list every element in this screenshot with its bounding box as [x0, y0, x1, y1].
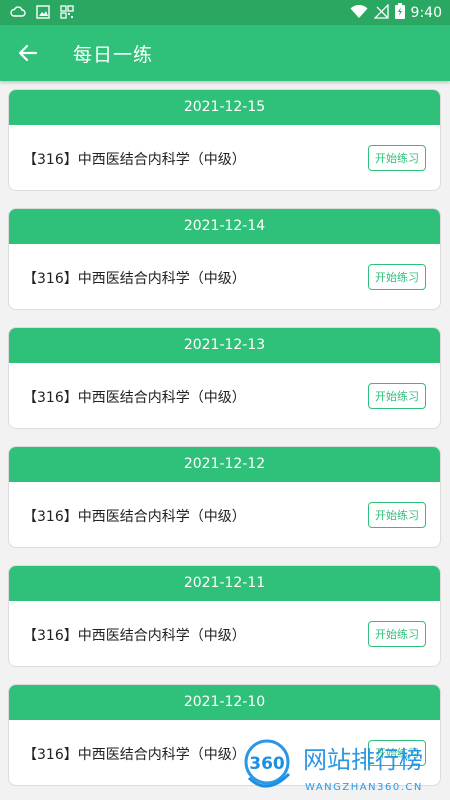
start-practice-button[interactable]: 开始练习 — [368, 502, 426, 528]
status-right-icons: 9:40 — [350, 2, 442, 23]
app-bar: 每日一练 — [0, 25, 450, 81]
practice-card: 2021-12-11 【316】中西医结合内科学（中级） 开始练习 — [8, 565, 441, 667]
practice-date: 2021-12-15 — [9, 90, 440, 125]
arrow-left-icon — [18, 44, 38, 62]
start-practice-button[interactable]: 开始练习 — [368, 740, 426, 766]
page-title: 每日一练 — [73, 44, 154, 66]
practice-date: 2021-12-10 — [9, 685, 440, 720]
course-name: 【316】中西医结合内科学（中级） — [23, 271, 246, 287]
practice-date: 2021-12-14 — [9, 209, 440, 244]
battery-charging-icon — [394, 3, 405, 23]
practice-card: 2021-12-10 【316】中西医结合内科学（中级） 开始练习 — [8, 684, 441, 786]
course-name: 【316】中西医结合内科学（中级） — [23, 628, 246, 644]
image-icon — [36, 4, 50, 23]
start-practice-button[interactable]: 开始练习 — [368, 264, 426, 290]
wifi-icon — [350, 4, 368, 23]
course-name: 【316】中西医结合内科学（中级） — [23, 152, 246, 168]
card-body: 【316】中西医结合内科学（中级） 开始练习 — [9, 363, 440, 428]
cloud-icon — [10, 4, 26, 23]
practice-card: 2021-12-13 【316】中西医结合内科学（中级） 开始练习 — [8, 327, 441, 429]
card-body: 【316】中西医结合内科学（中级） 开始练习 — [9, 482, 440, 547]
no-signal-icon — [372, 2, 389, 23]
start-practice-button[interactable]: 开始练习 — [368, 621, 426, 647]
card-body: 【316】中西医结合内科学（中级） 开始练习 — [9, 601, 440, 666]
card-body: 【316】中西医结合内科学（中级） 开始练习 — [9, 244, 440, 309]
qr-icon — [60, 4, 74, 23]
course-name: 【316】中西医结合内科学（中级） — [23, 509, 246, 525]
practice-date: 2021-12-11 — [9, 566, 440, 601]
start-practice-button[interactable]: 开始练习 — [368, 383, 426, 409]
card-body: 【316】中西医结合内科学（中级） 开始练习 — [9, 720, 440, 785]
back-button[interactable] — [14, 39, 42, 67]
course-name: 【316】中西医结合内科学（中级） — [23, 390, 246, 406]
practice-date: 2021-12-13 — [9, 328, 440, 363]
status-left-icons — [10, 4, 74, 22]
card-body: 【316】中西医结合内科学（中级） 开始练习 — [9, 125, 440, 190]
practice-card: 2021-12-12 【316】中西医结合内科学（中级） 开始练习 — [8, 446, 441, 548]
practice-card: 2021-12-14 【316】中西医结合内科学（中级） 开始练习 — [8, 208, 441, 310]
status-time: 9:40 — [410, 5, 442, 21]
course-name: 【316】中西医结合内科学（中级） — [23, 747, 246, 763]
practice-date: 2021-12-12 — [9, 447, 440, 482]
start-practice-button[interactable]: 开始练习 — [368, 145, 426, 171]
practice-card: 2021-12-15 【316】中西医结合内科学（中级） 开始练习 — [8, 89, 441, 191]
status-bar: 9:40 — [0, 0, 450, 25]
